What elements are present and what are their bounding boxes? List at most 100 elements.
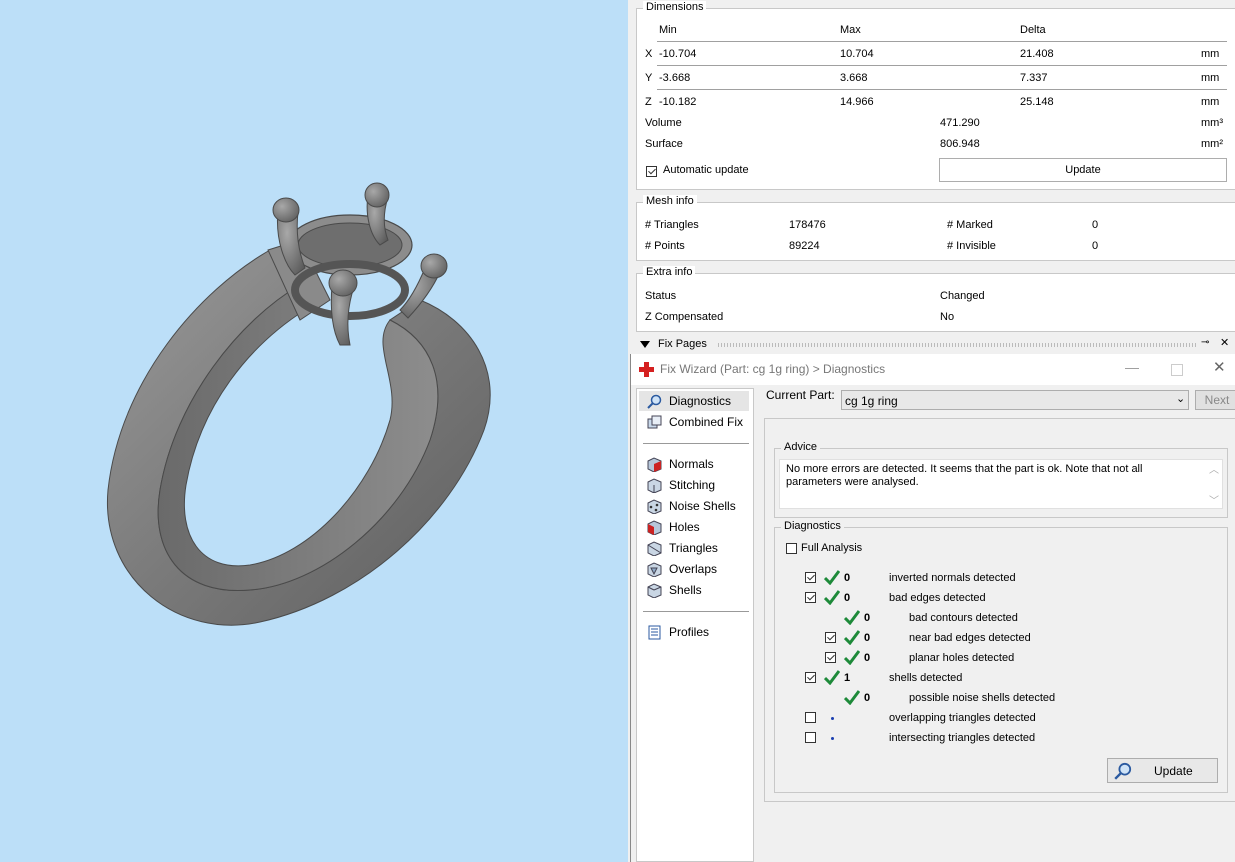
- diagnostic-checkbox[interactable]: [825, 632, 836, 643]
- scroll-up-icon[interactable]: ︿: [1209, 461, 1219, 476]
- x-unit: mm: [1201, 48, 1220, 60]
- header-max: Max: [840, 24, 861, 36]
- x-max: 10.704: [840, 48, 874, 60]
- diagnostic-label: shells detected: [889, 672, 963, 684]
- diagnostics-group: Diagnostics Full Analysis 0 inverted norm…: [774, 520, 1228, 793]
- nav-combined-fix-label: Combined Fix: [669, 415, 744, 429]
- status-value: Changed: [940, 290, 985, 302]
- diagnostic-label: overlapping triangles detected: [889, 712, 1036, 724]
- nav-triangles[interactable]: Triangles: [647, 539, 718, 558]
- nav-stitching[interactable]: Stitching: [647, 476, 715, 495]
- extra-info-group: Extra info Status Changed Z Compensated …: [636, 266, 1235, 332]
- diagnostic-label: bad contours detected: [909, 612, 1018, 624]
- advice-text: No more errors are detected. It seems th…: [786, 463, 1143, 488]
- y-min: -3.668: [659, 72, 691, 84]
- diagnostics-update-button[interactable]: Update: [1107, 758, 1218, 783]
- z-max: 14.966: [840, 96, 874, 108]
- wizard-nav: Diagnostics Combined Fix Normals Stitchi…: [636, 388, 754, 862]
- pending-dot-icon: [831, 737, 834, 740]
- holes-icon: [647, 520, 662, 535]
- advice-text-box: No more errors are detected. It seems th…: [779, 459, 1223, 509]
- invisible-value: 0: [1092, 240, 1099, 252]
- diagnostic-checkbox[interactable]: [805, 732, 816, 743]
- x-min: -10.704: [659, 48, 697, 60]
- advice-group: Advice No more errors are detected. It s…: [774, 441, 1228, 518]
- nav-noise-shells-label: Noise Shells: [669, 499, 736, 513]
- volume-label: Volume: [645, 117, 682, 129]
- points-value: 89224: [789, 240, 820, 252]
- triangles-label: # Triangles: [645, 219, 699, 231]
- minimize-icon[interactable]: —: [1125, 359, 1139, 375]
- next-button[interactable]: Next: [1195, 390, 1235, 410]
- normals-icon: [647, 457, 662, 472]
- fix-pages-bar[interactable]: Fix Pages ⊸ ✕: [636, 337, 1235, 353]
- diagnostic-label: possible noise shells detected: [909, 692, 1056, 704]
- header-delta: Delta: [1020, 24, 1046, 36]
- nav-shells[interactable]: Shells: [647, 581, 702, 600]
- mesh-info-group: Mesh info # Triangles 178476 # Marked 0 …: [636, 195, 1235, 261]
- collapse-triangle-icon[interactable]: [640, 341, 650, 348]
- ring-model[interactable]: [0, 0, 628, 862]
- volume-unit: mm³: [1201, 117, 1223, 129]
- nav-shells-label: Shells: [669, 583, 702, 597]
- shells-icon: [647, 583, 662, 598]
- diagnostic-row: overlapping triangles detected: [775, 710, 1215, 728]
- window-close-icon[interactable]: ✕: [1213, 358, 1226, 376]
- maximize-icon[interactable]: [1171, 364, 1183, 376]
- auto-update-checkbox[interactable]: [646, 166, 657, 177]
- z-compensated-value: No: [940, 311, 955, 323]
- fix-wizard-window: Fix Wizard (Part: cg 1g ring) > Diagnost…: [630, 354, 1235, 862]
- chevron-down-icon: ⌄: [1176, 393, 1186, 405]
- diagnostic-label: intersecting triangles detected: [889, 732, 1036, 744]
- check-mark-icon: [844, 630, 860, 645]
- check-mark-icon: [824, 570, 840, 585]
- diagnostic-count: 0: [844, 592, 851, 604]
- diagnostic-row: 0 near bad edges detected: [775, 630, 1215, 648]
- full-analysis-checkbox[interactable]: [786, 543, 797, 554]
- wizard-titlebar[interactable]: Fix Wizard (Part: cg 1g ring) > Diagnost…: [631, 354, 1235, 385]
- diagnostic-checkbox[interactable]: [805, 592, 816, 603]
- 3d-viewport[interactable]: [0, 0, 628, 862]
- x-delta: 21.408: [1020, 48, 1054, 60]
- nav-overlaps[interactable]: Overlaps: [647, 560, 717, 579]
- pin-icon[interactable]: ⊸: [1201, 337, 1209, 348]
- nav-holes[interactable]: Holes: [647, 518, 700, 537]
- check-mark-icon: [824, 670, 840, 685]
- nav-normals-label: Normals: [669, 457, 714, 471]
- full-analysis-label: Full Analysis: [801, 542, 863, 554]
- triangles-icon: [647, 541, 662, 556]
- profiles-icon: [648, 625, 661, 640]
- dimensions-update-button[interactable]: Update: [939, 158, 1227, 182]
- nav-profiles[interactable]: Profiles: [647, 623, 709, 642]
- nav-stitching-label: Stitching: [669, 478, 716, 492]
- diagnostic-checkbox[interactable]: [825, 652, 836, 663]
- surface-unit: mm²: [1201, 138, 1223, 150]
- diagnostic-checkbox[interactable]: [805, 572, 816, 583]
- diagnostic-label: bad edges detected: [889, 592, 986, 604]
- header-min: Min: [659, 24, 677, 36]
- diagnostic-checkbox[interactable]: [805, 712, 816, 723]
- current-part-value: cg 1g ring: [845, 394, 898, 408]
- volume-value: 471.290: [940, 117, 980, 129]
- diagnostic-checkbox[interactable]: [805, 672, 816, 683]
- z-min: -10.182: [659, 96, 697, 108]
- nav-combined-fix[interactable]: Combined Fix: [647, 413, 743, 432]
- diagnostic-row: 0 possible noise shells detected: [775, 690, 1215, 708]
- diagnostic-row: 1 shells detected: [775, 670, 1215, 688]
- close-icon[interactable]: ✕: [1220, 336, 1229, 349]
- current-part-select[interactable]: cg 1g ring ⌄: [841, 390, 1189, 410]
- scroll-down-icon[interactable]: ﹀: [1209, 492, 1219, 507]
- points-label: # Points: [645, 240, 685, 252]
- nav-diagnostics[interactable]: Diagnostics: [647, 392, 731, 411]
- nav-overlaps-label: Overlaps: [669, 562, 718, 576]
- noise-shells-icon: [647, 499, 662, 514]
- dimensions-group: Dimensions Min Max Delta X -10.704 10.70…: [636, 1, 1235, 190]
- current-part-label: Current Part:: [766, 388, 835, 402]
- nav-profiles-label: Profiles: [669, 625, 710, 639]
- fix-pages-label: Fix Pages: [658, 338, 707, 350]
- diagnostic-row: 0 inverted normals detected: [775, 570, 1215, 588]
- axis-x-label: X: [645, 48, 653, 60]
- diagnostic-row: 0 bad contours detected: [775, 610, 1215, 628]
- nav-noise-shells[interactable]: Noise Shells: [647, 497, 736, 516]
- nav-normals[interactable]: Normals: [647, 455, 714, 474]
